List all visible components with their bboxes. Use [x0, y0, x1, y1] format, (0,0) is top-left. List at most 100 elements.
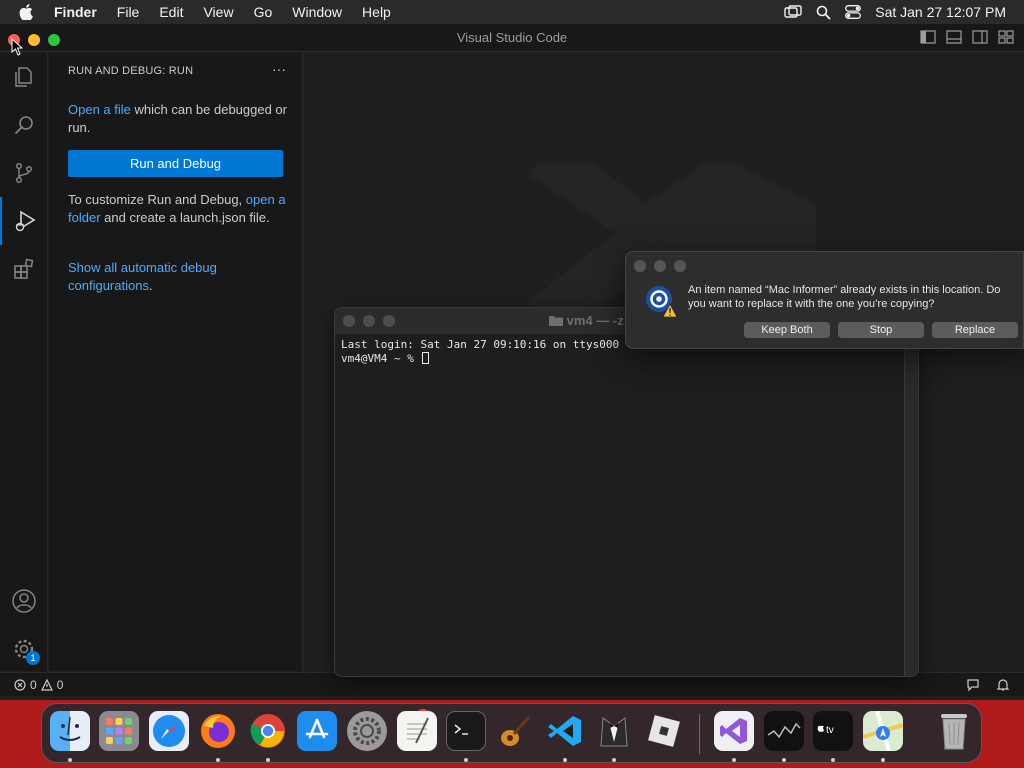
dock-separator — [699, 714, 700, 754]
menu-view[interactable]: View — [193, 0, 243, 24]
dock-bartender-running-dot — [612, 758, 616, 762]
customize-description-end: and create a launch.json file. — [100, 210, 270, 225]
account-icon — [12, 589, 36, 613]
dock-garageband[interactable] — [495, 711, 535, 751]
terminal-scrollbar[interactable] — [904, 334, 918, 676]
customize-layout-icon[interactable] — [998, 30, 1014, 44]
show-configs-text: Show all automatic debug configurations. — [68, 259, 288, 295]
dock-maps[interactable] — [863, 711, 903, 751]
activity-bar: 1 — [0, 53, 48, 671]
toggle-secondary-sidebar-icon[interactable] — [972, 30, 988, 44]
apple-menu[interactable] — [0, 4, 52, 20]
menu-clock[interactable]: Sat Jan 27 12:07 PM — [875, 4, 1006, 20]
activity-manage[interactable]: 1 — [0, 625, 48, 673]
dock-bartender[interactable] — [594, 711, 634, 751]
activity-run-debug[interactable] — [0, 197, 48, 245]
menu-go[interactable]: Go — [244, 0, 283, 24]
screen-mirroring-icon[interactable] — [784, 5, 802, 19]
replace-button[interactable]: Replace — [932, 322, 1018, 338]
terminal-zoom-button[interactable] — [383, 315, 395, 327]
safari-compass-icon — [153, 715, 185, 747]
dock-tv[interactable]: tv — [813, 711, 853, 751]
activity-extensions[interactable] — [0, 245, 48, 293]
textedit-icon — [407, 717, 429, 744]
spotlight-search-icon[interactable] — [816, 5, 831, 20]
menu-edit[interactable]: Edit — [149, 0, 193, 24]
problems-indicator[interactable]: 0 0 — [14, 673, 63, 696]
show-configs-link[interactable]: Show all automatic debug configurations — [68, 260, 217, 293]
stop-button[interactable]: Stop — [838, 322, 924, 338]
vscode-titlebar: Visual Studio Code — [0, 24, 1024, 52]
dock-vscode[interactable] — [545, 711, 585, 751]
open-file-text: Open a file which can be debugged or run… — [68, 101, 288, 137]
dock-launchpad[interactable] — [99, 711, 139, 751]
terminal-window[interactable]: vm4 — -z Last login: Sat Jan 27 09:10:16… — [334, 307, 919, 677]
dock-finder-running-dot — [68, 758, 72, 762]
firefox-icon — [201, 714, 235, 748]
extensions-icon — [14, 258, 34, 279]
dialog-window-controls — [634, 260, 686, 272]
dock-terminal[interactable] — [446, 711, 486, 751]
bartender-tuxedo-icon — [600, 717, 628, 747]
dock-textedit[interactable] — [397, 711, 437, 751]
maps-icon — [863, 711, 903, 751]
app-store-icon — [305, 718, 329, 739]
terminal-prompt-line: vm4@VM4 ~ % — [341, 352, 912, 366]
manage-badge: 1 — [26, 651, 40, 665]
dialog-message: An item named “Mac Informer” already exi… — [688, 284, 1001, 310]
settings-gear-icon — [353, 717, 381, 745]
terminal-window-controls — [343, 315, 395, 327]
feedback-icon[interactable] — [966, 678, 980, 692]
dock-stocks-running-dot — [782, 758, 786, 762]
activity-accounts[interactable] — [0, 577, 48, 625]
terminal-close-button[interactable] — [343, 315, 355, 327]
activity-explorer[interactable] — [0, 53, 48, 101]
customize-description: To customize Run and Debug, — [68, 192, 246, 207]
dock-chrome-running-dot — [266, 758, 270, 762]
toggle-primary-sidebar-icon[interactable] — [920, 30, 936, 44]
menu-help[interactable]: Help — [352, 0, 401, 24]
open-file-link[interactable]: Open a file — [68, 102, 131, 117]
terminal-title: vm4 — -z — [549, 308, 624, 334]
terminal-minimize-button[interactable] — [363, 315, 375, 327]
sidebar-title: RUN AND DEBUG: RUN — [68, 65, 194, 77]
dock-chrome[interactable] — [248, 711, 288, 751]
error-count: 0 — [30, 677, 37, 692]
dock: 1 tv — [41, 703, 982, 763]
dock-system-settings[interactable] — [347, 711, 387, 751]
replace-item-dialog: An item named “Mac Informer” already exi… — [625, 251, 1024, 349]
control-center-icon[interactable] — [845, 5, 862, 19]
dock-vscode-running-dot — [563, 758, 567, 762]
svg-text:tv: tv — [826, 725, 834, 736]
menu-window[interactable]: Window — [282, 0, 352, 24]
finder-icon — [59, 716, 81, 741]
keep-both-button[interactable]: Keep Both — [744, 322, 830, 338]
files-icon — [15, 67, 32, 87]
launchpad-grid-icon — [106, 718, 132, 744]
dock-app-store[interactable] — [297, 711, 337, 751]
menu-app-name[interactable]: Finder — [52, 0, 107, 24]
apple-icon — [19, 4, 33, 20]
activity-source-control[interactable] — [0, 149, 48, 197]
dock-safari[interactable] — [149, 711, 189, 751]
dock-firefox[interactable] — [198, 711, 238, 751]
dock-roblox[interactable] — [644, 711, 684, 751]
warning-icon — [40, 678, 53, 691]
dock-stocks[interactable] — [764, 711, 804, 751]
roblox-icon — [648, 715, 680, 747]
more-actions-icon[interactable]: ··· — [272, 61, 286, 77]
mac-informer-warning-icon — [646, 286, 678, 318]
notifications-bell-icon[interactable] — [996, 678, 1010, 692]
dock-finder[interactable] — [50, 711, 90, 751]
run-and-debug-button[interactable]: Run and Debug — [68, 150, 283, 177]
activity-search[interactable] — [0, 101, 48, 149]
menu-file[interactable]: File — [107, 0, 150, 24]
source-control-icon — [15, 162, 33, 184]
dialog-close-button — [634, 260, 646, 272]
dock-firefox-running-dot — [216, 758, 220, 762]
dock-trash[interactable] — [934, 711, 974, 751]
dock-visual-studio[interactable] — [714, 711, 754, 751]
toggle-panel-icon[interactable] — [946, 30, 962, 44]
dialog-zoom-button — [674, 260, 686, 272]
mouse-pointer-icon — [11, 38, 23, 56]
